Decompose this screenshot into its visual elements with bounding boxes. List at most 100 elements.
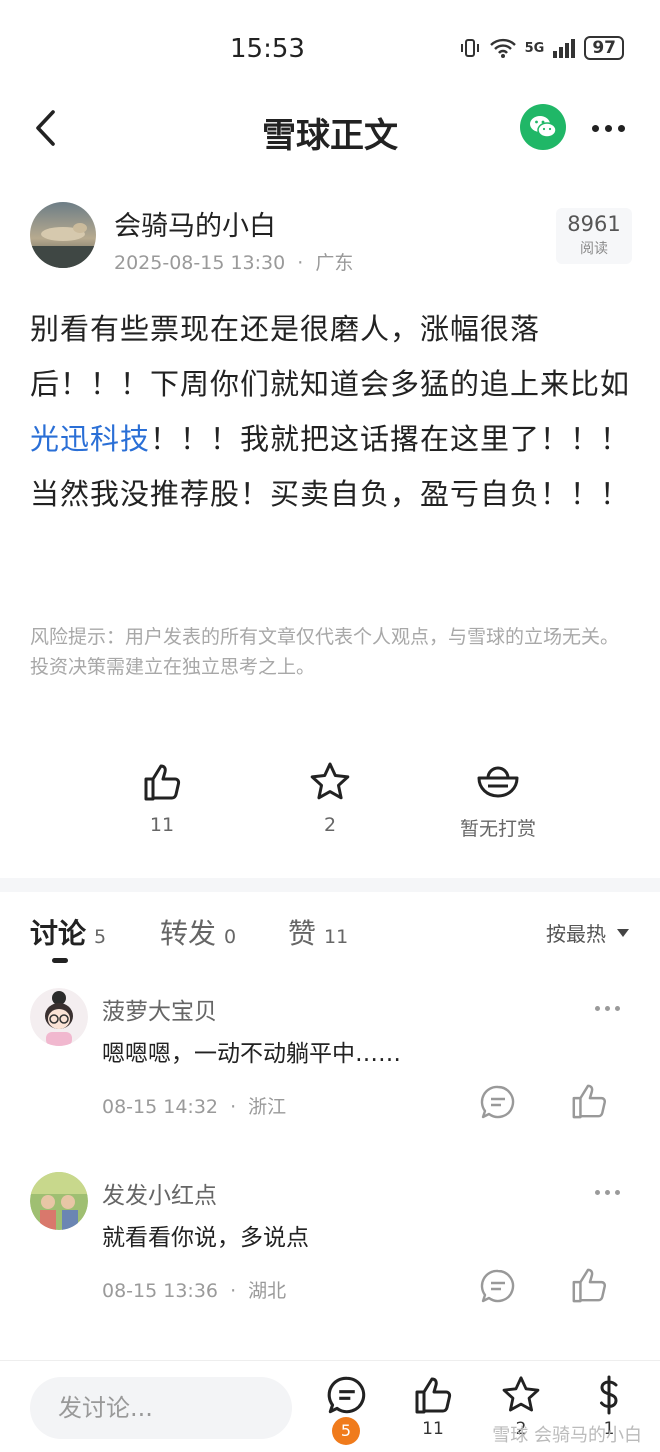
signal-icon (553, 39, 576, 58)
nav-bar: 雪球正文 (0, 96, 660, 162)
avatar-image (30, 1172, 88, 1230)
reward-label: 暂无打赏 (459, 818, 536, 840)
dot (605, 124, 612, 132)
comment-item: 发发小红点 就看看你说，多说点 08-15 13:36 · 湖北 (30, 1172, 630, 1332)
comment-input[interactable]: 发讨论... (30, 1377, 292, 1439)
comment-text: 嗯嗯嗯，一动不动躺平中…… (102, 1041, 401, 1067)
comment-text: 就看看你说，多说点 (102, 1225, 309, 1251)
dot (605, 1190, 610, 1195)
bottom-like-count: 11 (422, 1419, 444, 1439)
reply-button[interactable] (480, 1084, 516, 1120)
comment-like-button[interactable] (570, 1082, 608, 1120)
dot (592, 124, 599, 132)
comment-location: 浙江 (248, 1096, 287, 1118)
post-meta: 2025-08-15 13:30 · 广东 (114, 248, 353, 275)
reply-icon (480, 1085, 515, 1119)
meta-separator: · (230, 1096, 237, 1118)
comment-like-button[interactable] (570, 1266, 608, 1304)
wechat-icon (530, 116, 557, 138)
tab-discussion[interactable]: 讨论 5 (30, 912, 106, 952)
tab-count: 11 (324, 926, 349, 948)
dollar-icon (600, 1375, 618, 1415)
meta-separator: · (297, 252, 304, 274)
author-row: 会骑马的小白 2025-08-15 13:30 · 广东 8961 阅读 (30, 202, 640, 275)
like-count: 11 (149, 814, 175, 836)
author-avatar[interactable] (30, 202, 96, 268)
post-body: 别看有些票现在还是很磨人，涨幅很落后！！！下周你们就知道会多猛的追上来比如光迅科… (30, 302, 635, 522)
active-tab-indicator (52, 958, 68, 963)
reply-icon (480, 1269, 515, 1303)
author-name[interactable]: 会骑马的小白 (114, 204, 276, 243)
view-count-label: 阅读 (580, 241, 608, 257)
discussion-tabs: 讨论 5 转发 0 赞 11 按最热 (30, 912, 630, 968)
caret-down-icon (617, 928, 629, 937)
commenter-name[interactable]: 发发小红点 (102, 1176, 217, 1210)
tab-likes[interactable]: 赞 11 (288, 912, 348, 952)
more-options-button[interactable] (592, 116, 632, 140)
commenter-avatar[interactable] (30, 988, 88, 1046)
watermark: 雪球 会骑马的小白 (492, 1425, 642, 1446)
status-time: 15:53 (230, 34, 305, 64)
comment-meta: 08-15 13:36 · 湖北 (102, 1276, 286, 1303)
star-icon (502, 1376, 540, 1412)
tab-label: 赞 (288, 917, 317, 950)
vibrate-icon (460, 39, 479, 57)
commenter-avatar[interactable] (30, 1172, 88, 1230)
commenter-name[interactable]: 菠萝大宝贝 (102, 992, 217, 1026)
comment-icon (327, 1376, 366, 1414)
avatar-image (30, 988, 88, 1046)
like-button[interactable]: 11 (92, 760, 232, 836)
post-date: 2025-08-15 13:30 (114, 252, 286, 274)
reply-button[interactable] (480, 1268, 516, 1304)
tab-count: 5 (94, 926, 107, 948)
meta-separator: · (230, 1280, 237, 1302)
comment-more-button[interactable] (595, 1006, 620, 1011)
favorite-count: 2 (323, 814, 337, 836)
comment-time: 08-15 14:32 (102, 1096, 219, 1118)
status-icons: 5G 97 (459, 36, 624, 60)
thumbs-up-icon (415, 1377, 452, 1414)
avatar-image (30, 223, 96, 268)
comment-time: 08-15 13:36 (102, 1280, 219, 1302)
comment-more-button[interactable] (595, 1190, 620, 1195)
dot (595, 1006, 600, 1011)
dot (595, 1190, 600, 1195)
thumbs-up-icon (144, 764, 181, 801)
dot (615, 1190, 620, 1195)
dot (605, 1006, 610, 1011)
thumbs-up-icon (572, 1084, 606, 1119)
status-bar: 15:53 5G 97 (0, 0, 660, 96)
ingot-icon (477, 766, 519, 798)
comment-location: 湖北 (248, 1280, 287, 1302)
dot (615, 1006, 620, 1011)
comment-item: 菠萝大宝贝 嗯嗯嗯，一动不动躺平中…… 08-15 14:32 · 浙江 (30, 988, 630, 1148)
star-icon (310, 762, 350, 800)
battery-indicator: 97 (584, 36, 624, 60)
tab-count: 0 (224, 926, 237, 948)
risk-notice: 风险提示：用户发表的所有文章仅代表个人观点，与雪球的立场无关。投资决策需建立在独… (30, 626, 620, 678)
post-text-before: 别看有些票现在还是很磨人，涨幅很落后！！！下周你们就知道会多猛的追上来比如 (30, 312, 631, 401)
thumbs-up-icon (572, 1268, 606, 1303)
reward-button[interactable]: 暂无打赏 (428, 760, 568, 841)
section-divider (0, 878, 660, 892)
comments-button[interactable]: 5 (322, 1375, 372, 1445)
dot (618, 124, 625, 132)
wechat-share-button[interactable] (520, 104, 566, 150)
comment-meta: 08-15 14:32 · 浙江 (102, 1092, 286, 1119)
tab-reposts[interactable]: 转发 0 (160, 912, 236, 952)
view-count-badge: 8961 阅读 (556, 208, 632, 264)
tab-label: 转发 (160, 917, 217, 950)
wifi-icon (489, 38, 516, 58)
post-location: 广东 (315, 252, 354, 274)
sort-dropdown[interactable]: 按最热 (546, 918, 630, 947)
post-actions: 11 2 暂无打赏 (0, 760, 660, 850)
bottom-action-bar: 发讨论... 5 11 2 1 雪球 会骑马的小白 (0, 1360, 660, 1452)
bottom-like-button[interactable]: 11 (408, 1375, 458, 1445)
comment-count-badge: 5 (332, 1417, 360, 1445)
sort-label: 按最热 (546, 922, 606, 946)
favorite-button[interactable]: 2 (260, 760, 400, 836)
network-type: 5G (524, 40, 545, 56)
stock-link[interactable]: 光迅科技 (30, 422, 150, 456)
view-count: 8961 (567, 212, 621, 236)
tab-label: 讨论 (30, 917, 87, 950)
